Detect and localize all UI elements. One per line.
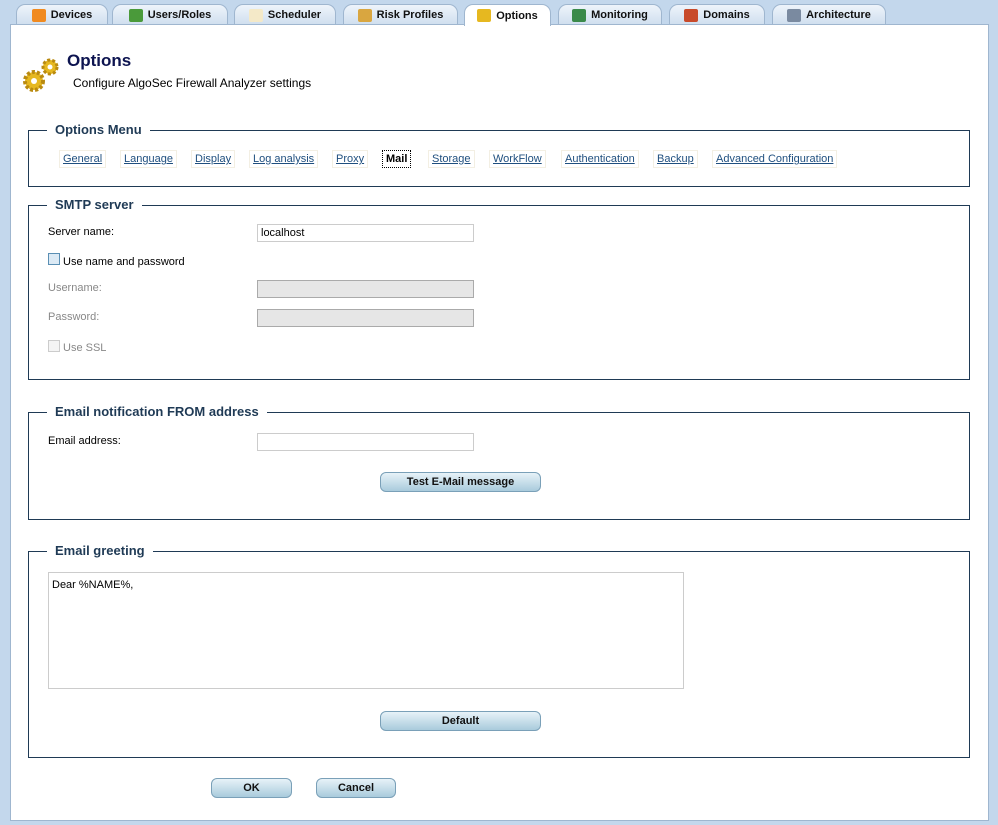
options-menu-item-log-analysis[interactable]: Log analysis (249, 150, 319, 168)
smtp-fieldset: SMTP server (28, 197, 970, 380)
use-name-password-checkbox[interactable] (48, 253, 60, 265)
options-menu-item-advanced-configuration[interactable]: Advanced Configuration (712, 150, 838, 168)
tab-risk-profiles[interactable]: Risk Profiles (343, 4, 458, 25)
server-name-input[interactable] (257, 224, 474, 242)
tab-label: Architecture (806, 9, 871, 21)
tab-users-roles[interactable]: Users/Roles (112, 4, 228, 25)
architecture-icon (787, 8, 802, 22)
gears-icon (22, 56, 62, 94)
email-address-input[interactable] (257, 433, 474, 451)
options-menu-item-language[interactable]: Language (120, 150, 177, 168)
tab-domains[interactable]: Domains (669, 4, 765, 25)
username-input[interactable] (257, 280, 474, 298)
password-input[interactable] (257, 309, 474, 327)
ok-button[interactable]: OK (211, 778, 292, 798)
tab-monitoring[interactable]: Monitoring (558, 4, 662, 25)
from-address-legend: Email notification FROM address (47, 404, 267, 419)
tab-label: Risk Profiles (376, 9, 444, 21)
tab-architecture[interactable]: Architecture (772, 4, 886, 25)
greeting-legend: Email greeting (47, 543, 153, 558)
tab-devices[interactable]: Devices (16, 4, 108, 25)
options-menu-item-workflow[interactable]: WorkFlow (489, 150, 546, 168)
options-menu-item-mail[interactable]: Mail (382, 150, 412, 168)
use-name-password-label: Use name and password (63, 256, 185, 268)
tab-scheduler[interactable]: Scheduler (234, 4, 336, 25)
options-menu-item-storage[interactable]: Storage (428, 150, 475, 168)
default-button[interactable]: Default (380, 711, 541, 731)
domains-icon (684, 8, 699, 22)
from-address-fieldset: Email notification FROM address (28, 404, 970, 520)
username-label: Username: (48, 282, 102, 294)
options-menu-item-display[interactable]: Display (191, 150, 236, 168)
tab-label: Scheduler (267, 9, 322, 21)
server-name-label: Server name: (48, 226, 115, 238)
email-address-label: Email address: (48, 435, 121, 447)
users-icon (128, 8, 143, 22)
devices-icon (31, 8, 46, 22)
smtp-legend: SMTP server (47, 197, 142, 212)
use-ssl-label: Use SSL (63, 342, 107, 354)
gears-icon (477, 9, 492, 22)
options-menu-item-authentication[interactable]: Authentication (561, 150, 639, 168)
tab-label: Options (496, 9, 538, 22)
monitoring-icon (572, 8, 587, 22)
greeting-textarea[interactable]: Dear %NAME%, (48, 572, 684, 689)
tab-label: Users/Roles (147, 9, 212, 21)
page-title: Options (67, 51, 132, 70)
options-menu-item-proxy[interactable]: Proxy (332, 150, 369, 168)
options-menu-item-general[interactable]: General (59, 150, 107, 168)
tab-label: Devices (50, 9, 93, 21)
risk-profile-icon (357, 8, 372, 22)
use-ssl-checkbox[interactable] (48, 340, 60, 352)
cancel-button[interactable]: Cancel (316, 778, 396, 798)
tab-label: Domains (703, 9, 750, 21)
calendar-icon (248, 8, 263, 22)
test-email-button[interactable]: Test E-Mail message (380, 472, 541, 492)
page-subtitle: Configure AlgoSec Firewall Analyzer sett… (73, 76, 312, 90)
tab-options[interactable]: Options (464, 4, 551, 26)
options-menu-legend: Options Menu (47, 122, 150, 137)
tab-label: Monitoring (591, 9, 648, 21)
options-menu-item-backup[interactable]: Backup (653, 150, 698, 168)
password-label: Password: (48, 311, 100, 323)
